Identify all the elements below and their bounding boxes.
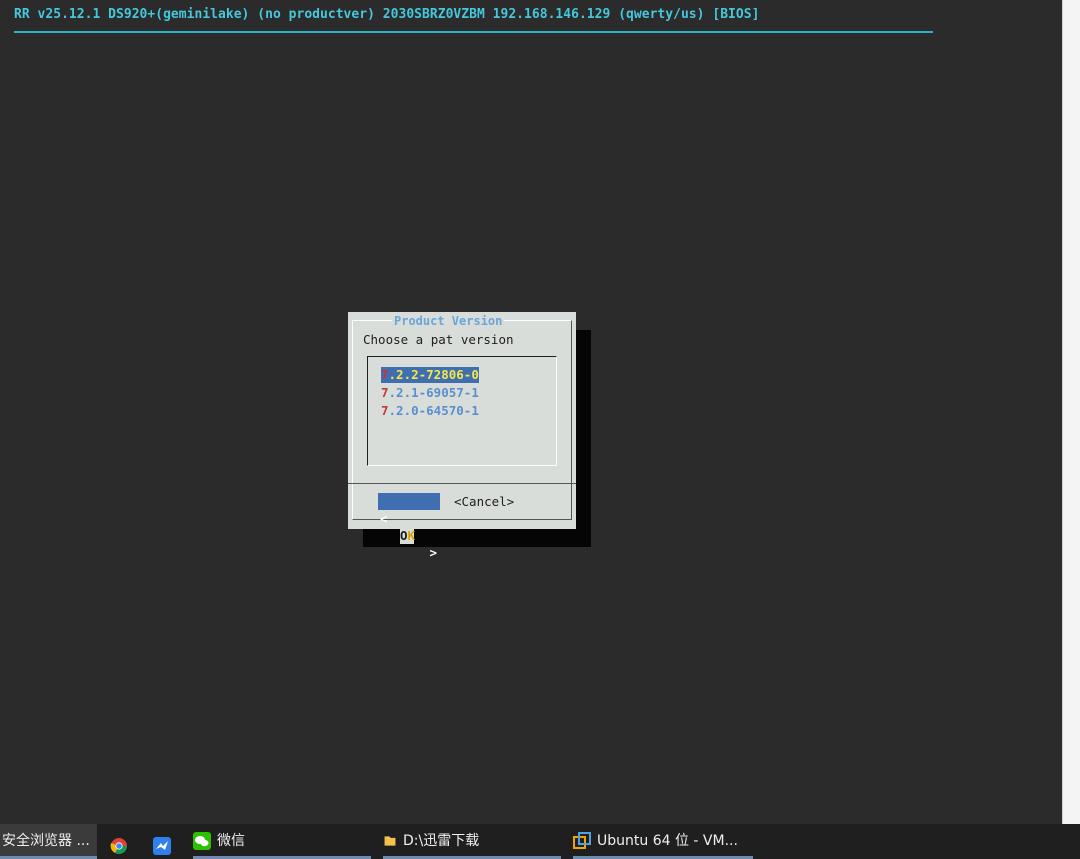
version-option[interactable]: 7.2.2-72806-0 bbox=[381, 367, 479, 383]
button-separator bbox=[348, 483, 576, 484]
taskbar-vm-label: Ubuntu 64 位 - VM... bbox=[597, 833, 738, 849]
taskbar-wechat[interactable]: 微信 bbox=[193, 824, 371, 859]
header-divider bbox=[14, 31, 933, 33]
cancel-button[interactable]: <Cancel> bbox=[454, 493, 514, 510]
option-label: .2.1-69057-1 bbox=[388, 385, 479, 400]
taskbar-vmware[interactable]: Ubuntu 64 位 - VM... bbox=[573, 824, 753, 859]
taskbar-folder-label: D:\迅雷下载 bbox=[403, 833, 480, 849]
bird-app-icon bbox=[153, 836, 171, 855]
option-hotkey: 7 bbox=[381, 403, 389, 418]
taskbar-chrome[interactable] bbox=[110, 824, 130, 859]
option-label: .2.0-64570-1 bbox=[388, 403, 479, 418]
option-hotkey: 7 bbox=[381, 385, 389, 400]
vmware-icon bbox=[573, 832, 591, 849]
option-hotkey: 7 bbox=[381, 367, 389, 382]
taskbar-wechat-label: 微信 bbox=[217, 833, 245, 849]
console-screen: RR v25.12.1 DS920+(geminilake) (no produ… bbox=[0, 0, 1062, 824]
taskbar-browser-label: 安全浏览器 ... bbox=[2, 833, 90, 849]
dialog-title: Product Version bbox=[392, 314, 505, 328]
window-right-edge bbox=[1062, 0, 1080, 824]
option-label: .2.2-72806-0 bbox=[388, 367, 479, 382]
ok-label: OK bbox=[400, 527, 416, 544]
taskbar: 安全浏览器 ... 微信 D:\迅雷下载 Ubuntu 64 位 - VM... bbox=[0, 824, 1080, 859]
product-version-dialog: Product Version Choose a pat version 7.2… bbox=[348, 312, 576, 560]
ok-right-bracket: > bbox=[429, 545, 437, 560]
chrome-icon bbox=[110, 837, 127, 854]
version-option[interactable]: 7.2.0-64570-1 bbox=[381, 403, 479, 419]
taskbar-folder[interactable]: D:\迅雷下载 bbox=[383, 824, 561, 859]
wechat-icon bbox=[193, 832, 211, 850]
folder-icon bbox=[384, 836, 396, 846]
dialog-prompt: Choose a pat version bbox=[363, 332, 514, 347]
ok-button[interactable]: < OK > bbox=[378, 493, 440, 560]
taskbar-secure-browser[interactable]: 安全浏览器 ... bbox=[0, 824, 97, 859]
ok-left-bracket: < bbox=[380, 511, 388, 526]
status-header: RR v25.12.1 DS920+(geminilake) (no produ… bbox=[14, 7, 760, 22]
taskbar-bird-app[interactable] bbox=[153, 824, 173, 859]
version-option[interactable]: 7.2.1-69057-1 bbox=[381, 385, 479, 401]
